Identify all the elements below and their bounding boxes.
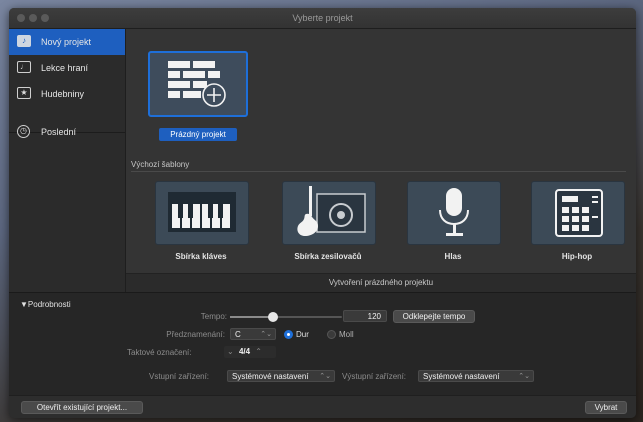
chevron-up-down-icon: ⌃⌄ [260,331,272,338]
template-label: Sbírka kláves [175,252,227,261]
sidebar-item-new-project[interactable]: ♪ Nový projekt [9,29,125,55]
template-label: Hip-hop [561,252,593,261]
sidebar-item-label: Lekce hraní [41,63,89,73]
major-label: Dur [296,330,309,339]
guitar-amp-icon [297,186,366,236]
sidebar-item-lessons[interactable]: ♩ Lekce hraní [9,55,125,81]
empty-project-tile[interactable] [148,51,248,117]
template-keyboard-tile[interactable] [155,181,249,245]
stepper-down-icon[interactable]: ⌄ [224,347,237,356]
major-radio[interactable] [284,330,293,339]
time-signature-label: Taktové označení: [127,348,192,357]
template-label: Hlas [444,252,462,261]
template-amp-tile[interactable] [282,181,376,245]
details-toggle[interactable]: ▼Podrobnosti [20,300,71,309]
minor-radio[interactable] [327,330,336,339]
input-device-select[interactable]: Systémové nastavení ⌃⌄ [227,370,335,382]
chevron-up-down-icon: ⌃⌄ [518,373,530,380]
tempo-slider-fill [230,316,273,318]
close-window-button[interactable] [17,14,25,22]
keyboard-icon [168,192,236,232]
main-panel: Prázdný projekt Výchozí šablony Sbírka k… [126,29,636,293]
time-signature-stepper[interactable]: ⌄ 4/4 ⌃ [224,346,276,358]
empty-project-grid-icon [168,61,226,107]
sidebar-item-label: Nový projekt [41,37,92,47]
open-existing-project-button[interactable]: Otevřít existující projekt... [21,401,143,414]
choose-button[interactable]: Vybrat [585,401,627,414]
minor-label: Moll [339,330,354,339]
window-title: Vyberte projekt [292,13,353,23]
key-signature-select[interactable]: C ⌃⌄ [230,328,276,340]
description-bar: Vytvoření prázdného projektu [126,273,636,293]
output-device-value: Systémové nastavení [423,372,500,381]
tempo-slider-knob[interactable] [267,312,278,322]
tempo-field[interactable]: 120 [343,310,387,322]
footer-bar: Otevřít existující projekt... Vybrat [9,395,636,418]
sidebar-item-label: Hudebniny [41,89,85,99]
sidebar: ♪ Nový projekt ♩ Lekce hraní ★ Hudebniny… [9,29,126,292]
template-voice-tile[interactable] [407,181,501,245]
star-icon: ★ [17,87,31,99]
sidebar-item-recent[interactable]: ◷ Poslední [9,119,125,145]
drum-machine-icon [555,189,603,237]
key-signature-value: C [235,330,241,339]
template-label: Sbírka zesilovačů [294,252,362,261]
tempo-slider[interactable] [230,312,342,322]
sidebar-item-sheet-music[interactable]: ★ Hudebniny [9,81,125,107]
chevron-up-down-icon: ⌃⌄ [319,373,331,380]
template-hiphop-tile[interactable] [531,181,625,245]
music-note-icon: ♩ [17,61,31,73]
output-device-select[interactable]: Systémové nastavení ⌃⌄ [418,370,534,382]
output-device-label: Výstupní zařízení: [342,372,407,381]
project-chooser-window: Vyberte projekt ♪ Nový projekt ♩ Lekce h… [9,8,636,418]
guitar-icon: ♪ [17,35,31,47]
details-panel: ▼Podrobnosti Tempo: 120 Odklepejte tempo… [9,292,636,396]
time-signature-value: 4/4 [238,347,251,356]
tap-tempo-button[interactable]: Odklepejte tempo [393,310,475,323]
input-device-value: Systémové nastavení [232,372,309,381]
templates-heading: Výchozí šablony [131,160,190,169]
empty-project-label[interactable]: Prázdný projekt [159,128,237,141]
input-device-label: Vstupní zařízení: [149,372,210,381]
sidebar-item-label: Poslední [41,127,77,137]
tempo-label: Tempo: [200,312,227,321]
clock-icon: ◷ [17,125,30,138]
key-signature-label: Předznamenání: [166,330,225,339]
zoom-window-button[interactable] [41,14,49,22]
stepper-up-icon[interactable]: ⌃ [252,347,265,356]
title-bar: Vyberte projekt [9,8,636,29]
microphone-icon [439,188,469,236]
templates-divider [131,171,626,172]
minimize-window-button[interactable] [29,14,37,22]
